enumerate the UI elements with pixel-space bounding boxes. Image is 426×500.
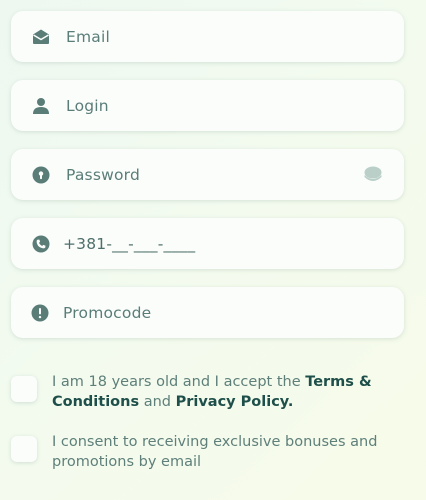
- email-placeholder: Email: [66, 27, 111, 46]
- age-terms-text: I am 18 years old and I accept the Terms…: [52, 372, 416, 412]
- user-icon: [32, 97, 50, 115]
- phone-value: +381-__-___-____: [63, 234, 196, 253]
- promocode-placeholder: Promocode: [63, 303, 152, 322]
- age-terms-text-before: I am 18 years old and I accept the: [52, 374, 306, 390]
- phone-icon: [32, 235, 50, 253]
- email-field[interactable]: Email: [11, 11, 404, 62]
- age-terms-checkbox[interactable]: [11, 376, 37, 402]
- lock-icon: [32, 166, 50, 184]
- marketing-checkbox[interactable]: [11, 436, 37, 462]
- password-field[interactable]: Password: [11, 149, 404, 200]
- info-circle-icon: [31, 304, 49, 322]
- age-terms-text-middle: and: [139, 394, 176, 410]
- password-placeholder: Password: [66, 165, 140, 184]
- envelope-icon: [32, 28, 50, 46]
- eye-toggle-icon[interactable]: [363, 165, 383, 185]
- privacy-policy-link[interactable]: Privacy Policy.: [176, 394, 294, 410]
- marketing-consent-text: I consent to receiving exclusive bonuses…: [52, 434, 378, 470]
- login-field[interactable]: Login: [11, 80, 404, 131]
- promocode-field[interactable]: Promocode: [11, 287, 404, 338]
- login-placeholder: Login: [66, 96, 109, 115]
- phone-field[interactable]: +381-__-___-____: [11, 218, 404, 269]
- registration-form-screen: { "fields": { "email": { "placeholder": …: [0, 0, 426, 500]
